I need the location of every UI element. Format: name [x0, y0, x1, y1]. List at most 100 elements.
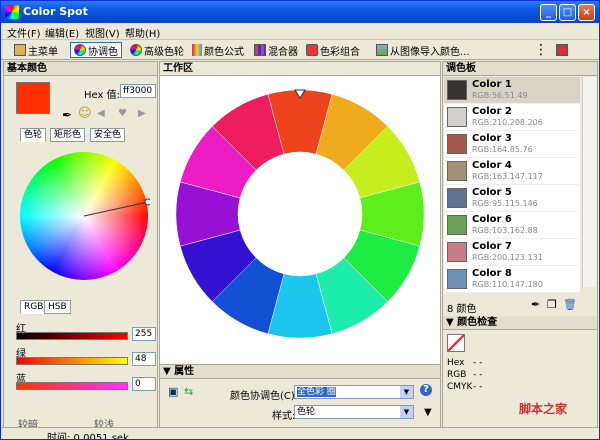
- dropdown-arrow-icon[interactable]: ▼: [424, 407, 432, 418]
- palette-swatch: [447, 107, 467, 127]
- check-rgb-label: RGB: [447, 370, 467, 380]
- palette-item[interactable]: Color 7 RGB:200.123.131: [444, 239, 580, 266]
- blue-slider[interactable]: [16, 382, 128, 390]
- blue-input[interactable]: 0: [132, 377, 156, 391]
- palette-item-name: Color 4: [472, 160, 512, 171]
- palette-item[interactable]: Color 1 RGB:56.51.49: [444, 77, 580, 104]
- window-title: Color Spot: [23, 5, 88, 18]
- save-icon[interactable]: ▣: [168, 385, 178, 398]
- palette-item-rgb: RGB:164.85.76: [472, 145, 533, 154]
- palette-item-name: Color 3: [472, 133, 512, 144]
- check-cmyk-value: - -: [473, 382, 483, 392]
- menu-help[interactable]: 帮助(H): [125, 25, 160, 40]
- toolbar-overflow-button[interactable]: ⋮: [531, 42, 551, 58]
- trash-icon[interactable]: 🗑: [563, 298, 577, 311]
- toolbar-mixer-button[interactable]: 混合器: [251, 42, 301, 58]
- toolbar-harmony-button[interactable]: 协调色: [70, 42, 122, 58]
- palette-item[interactable]: Color 2 RGB:210.208.206: [444, 104, 580, 131]
- red-input[interactable]: 255: [132, 327, 156, 341]
- minimize-button[interactable]: _: [540, 4, 557, 21]
- eyedropper-icon[interactable]: ✒: [62, 108, 72, 122]
- basic-color-title: 基本颜色: [4, 62, 157, 76]
- palette-item-rgb: RGB:163.147.117: [472, 172, 543, 181]
- toolbar: 主菜单 协调色 高级色轮 颜色公式 混合器 色彩组合 从图像导入颜色... ⋮: [1, 40, 599, 60]
- palette-item-rgb: RGB:56.51.49: [472, 91, 528, 100]
- basic-color-panel: 基本颜色 ✒ ☺ ◀ ♥ ▶ Hex 值: ff3000 色轮 矩形色 安全色: [3, 61, 158, 431]
- toolbar-formula-button[interactable]: 颜色公式: [189, 42, 247, 58]
- mixer-icon: [254, 44, 266, 56]
- harmony-icon: [74, 44, 86, 56]
- menu-edit[interactable]: 编辑(E): [45, 25, 79, 40]
- properties-title: ▼ 属性: [160, 365, 440, 379]
- palette-panel: 调色板 Color 1 RGB:56.51.49 Color 2 RGB:210.20…: [442, 61, 598, 429]
- workspace-panel: 工作区 ▼ 属性 ▣ ⇆ 颜色协调色(C): 全色彩 圈 ▼ ? 样式: 色轮 ▼ …: [159, 61, 441, 429]
- palette-item[interactable]: Color 6 RGB:103.162.88: [444, 212, 580, 239]
- status-time: 时间: 0.0051 sek: [47, 433, 129, 440]
- palette-item[interactable]: Color 8 RGB:110.147.180: [444, 266, 580, 293]
- eyedropper-icon[interactable]: ✒: [531, 298, 540, 311]
- maximize-button[interactable]: □: [559, 4, 576, 21]
- palette-item-rgb: RGB:200.123.131: [472, 253, 543, 262]
- combo-icon: [306, 44, 318, 56]
- palette-item-rgb: RGB:210.208.206: [472, 118, 543, 127]
- smiley-icon[interactable]: ☺: [78, 106, 92, 121]
- nav-up-icon[interactable]: ♥: [118, 108, 127, 119]
- watermark-text: 脚本之家: [519, 402, 568, 416]
- chevron-down-icon: ▼: [400, 386, 413, 398]
- help-icon[interactable]: ?: [420, 384, 432, 396]
- overflow-icon: ⋮: [534, 42, 548, 58]
- palette-item[interactable]: Color 5 RGB:95.115.146: [444, 185, 580, 212]
- harmony-select[interactable]: 全色彩 圈 ▼: [294, 385, 414, 399]
- status-bar: 时间: 0.0051 sek: [1, 427, 599, 440]
- palette-swatch: [447, 242, 467, 262]
- workspace-title: 工作区: [160, 62, 440, 76]
- palette-swatch: [447, 188, 467, 208]
- palette-swatch: [447, 161, 467, 181]
- palette-title: 调色板: [443, 62, 597, 76]
- check-hex-value: - -: [473, 358, 483, 368]
- toolbar-combo-button[interactable]: 色彩组合: [303, 42, 363, 58]
- palette-scrollbar[interactable]: [582, 77, 596, 287]
- chevron-down-icon: ▼: [400, 406, 413, 418]
- picker-handle[interactable]: [144, 198, 150, 206]
- toolbar-exit-button[interactable]: [553, 42, 571, 58]
- menu-view[interactable]: 视图(V): [85, 25, 120, 40]
- tab-wheel[interactable]: 色轮: [20, 128, 47, 142]
- harmony-label: 颜色协调色(C):: [230, 391, 299, 402]
- nav-left-icon[interactable]: ◀: [97, 108, 105, 119]
- close-button[interactable]: ×: [578, 4, 595, 21]
- palette-swatch: [447, 134, 467, 154]
- palette-item-name: Color 8: [472, 268, 512, 279]
- palette-item[interactable]: Color 4 RGB:163.147.117: [444, 158, 580, 185]
- nav-right-icon[interactable]: ▶: [138, 108, 146, 119]
- palette-item[interactable]: Color 3 RGB:164.85.76: [444, 131, 580, 158]
- hex-input[interactable]: ff3000: [120, 84, 156, 98]
- picker-wheel[interactable]: [18, 150, 150, 282]
- menu-icon: [14, 44, 26, 56]
- harmony-wheel[interactable]: [174, 88, 426, 340]
- check-cmyk-label: CMYK: [447, 382, 473, 392]
- green-input[interactable]: 48: [132, 352, 156, 366]
- red-slider[interactable]: [16, 332, 128, 340]
- toolbar-import-image-button[interactable]: 从图像导入颜色...: [373, 42, 473, 58]
- swap-icon[interactable]: ⇆: [184, 385, 193, 398]
- base-color-swatch: [16, 82, 50, 114]
- menu-file[interactable]: 文件(F): [7, 25, 41, 40]
- palette-item-name: Color 2: [472, 106, 512, 117]
- palette-item-name: Color 5: [472, 187, 512, 198]
- tab-hsb[interactable]: HSB: [44, 300, 71, 314]
- copy-icon[interactable]: ❐: [547, 298, 557, 311]
- check-rgb-value: - -: [473, 370, 483, 380]
- hex-label: Hex 值:: [84, 90, 120, 101]
- properties-panel: ▼ 属性 ▣ ⇆ 颜色协调色(C): 全色彩 圈 ▼ ? 样式: 色轮 ▼ ▼: [160, 364, 440, 428]
- green-slider[interactable]: [16, 357, 128, 365]
- check-swatch: [447, 334, 465, 352]
- tab-safe[interactable]: 安全色: [90, 128, 126, 142]
- palette-item-name: Color 1: [472, 79, 512, 90]
- palette-item-name: Color 7: [472, 241, 512, 252]
- style-select[interactable]: 色轮 ▼: [294, 405, 414, 419]
- toolbar-main-menu-button[interactable]: 主菜单: [11, 42, 61, 58]
- palette-item-rgb: RGB:103.162.88: [472, 226, 538, 235]
- tab-rectangle[interactable]: 矩形色: [50, 128, 86, 142]
- toolbar-advanced-wheel-button[interactable]: 高级色轮: [127, 42, 187, 58]
